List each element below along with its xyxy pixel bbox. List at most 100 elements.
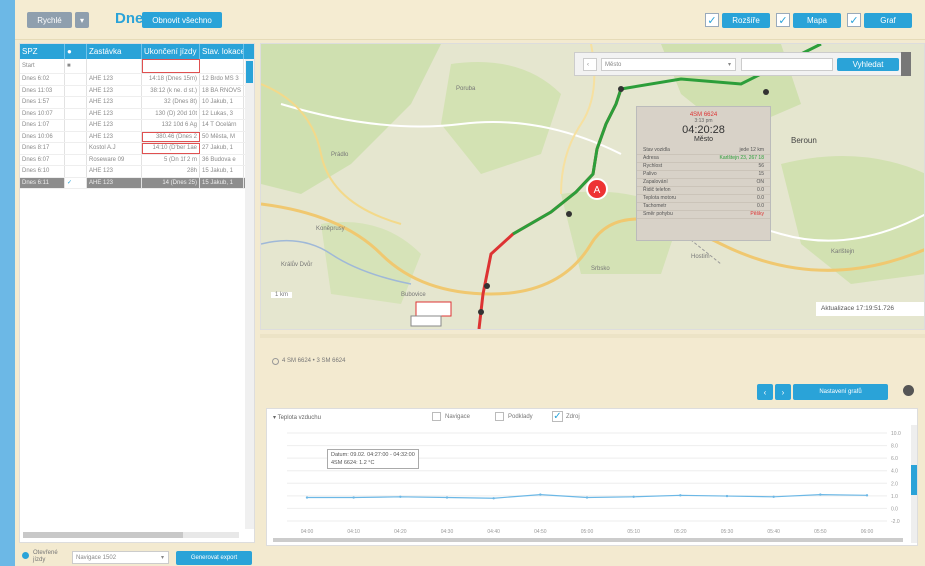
- export-button[interactable]: Generovat export: [176, 551, 252, 565]
- table-row[interactable]: Dnes 11:03 AHE 123 38:12 (k ne. d st.) 18 B…: [20, 85, 254, 97]
- refresh-all-button[interactable]: Obnovit všechno: [142, 12, 222, 28]
- filter-plate-input[interactable]: Start: [20, 59, 65, 73]
- scrollbar-thumb[interactable]: [23, 532, 183, 538]
- scrollbar-thumb[interactable]: [273, 538, 903, 542]
- filter-end-input[interactable]: [142, 59, 200, 73]
- toggle-podklady-checkbox[interactable]: [495, 412, 504, 421]
- popup-row-key: Teplota motoru: [643, 195, 677, 201]
- navigation-select[interactable]: Navigace 1502 ▾: [72, 551, 169, 564]
- chart-prev-button[interactable]: ‹: [757, 384, 773, 400]
- map-label: Beroun: [791, 136, 817, 145]
- temperature-chart[interactable]: 10.0 8.0 6.0 4.0 2.0 1.0 0.0 -2.0 04:00 04:10 04:2…: [267, 425, 919, 547]
- settings-icon[interactable]: [903, 385, 914, 396]
- search-input-placeholder: Město: [605, 61, 622, 68]
- column-header-stop[interactable]: Zastávka: [87, 44, 142, 59]
- y-tick-label: 2.0: [891, 481, 898, 487]
- popup-row-key: Zapalování: [643, 179, 668, 185]
- series-select[interactable]: ▾ Teplota vzduchu: [273, 414, 321, 421]
- mode-combo[interactable]: Rychlé: [27, 12, 72, 28]
- popup-row-value: 56: [758, 163, 764, 169]
- table-row[interactable]: Dnes 6:02 AHE 123 14:18 (Dnes 15m) 12 Brdo …: [20, 74, 254, 86]
- table-header: SPZ ● Zastávka Ukončení jízdy Stav. loka…: [20, 44, 254, 59]
- popup-row: Adresa Karlštejn 23, 267 18: [637, 155, 770, 163]
- y-tick-label: 0.0: [891, 506, 898, 512]
- map-button[interactable]: Mapa: [793, 13, 841, 28]
- table-row[interactable]: Dnes 6:07 Roseware 09 5 (Dn 1f 2 m 36 Budov…: [20, 154, 254, 166]
- search-back-button[interactable]: ‹: [583, 58, 597, 71]
- x-tick-label: 04:40: [487, 529, 500, 535]
- top-toolbar: Rychlé ▾ Dnes Obnovit všechno ✓ Rozšíře …: [15, 0, 925, 40]
- toggle-extensions-checkbox[interactable]: ✓: [705, 13, 719, 27]
- toggle-source-checkbox[interactable]: ✓: [552, 411, 563, 422]
- chart-next-button[interactable]: ›: [775, 384, 791, 400]
- chart-horizontal-scrollbar[interactable]: [273, 538, 903, 542]
- map-panel-toggle[interactable]: [901, 52, 911, 76]
- chart-button[interactable]: Graf: [864, 13, 912, 28]
- open-rides-radio[interactable]: [22, 552, 29, 559]
- square-icon: ■: [67, 63, 71, 69]
- popup-row: Stav vozidla jede 12 km: [637, 147, 770, 155]
- table-row[interactable]: Dnes 6:10 AHE 123 28h 15 Jakub, 1: [20, 166, 254, 178]
- mode-dropdown-button[interactable]: ▾: [75, 12, 89, 28]
- x-tick-label: 04:30: [441, 529, 454, 535]
- table-vertical-scrollbar[interactable]: [245, 59, 254, 529]
- map-view[interactable]: A Poruba Prádlo Koněprusy Králův Dvůr Bu…: [260, 43, 925, 330]
- chevron-down-icon: ▾: [273, 415, 277, 421]
- map-canvas[interactable]: A: [261, 44, 925, 330]
- column-header-location[interactable]: Stav. lokace: [200, 44, 244, 59]
- column-header-status[interactable]: ●: [65, 44, 87, 59]
- data-point: [585, 496, 589, 499]
- panel-splitter[interactable]: [260, 334, 925, 338]
- popup-row-key: Směr pohybu: [643, 211, 673, 217]
- map-label: Bubovice: [401, 292, 426, 298]
- x-tick-label: 04:50: [534, 529, 547, 535]
- map-label: Srbsko: [591, 266, 610, 272]
- column-header-plate[interactable]: SPZ: [20, 44, 65, 59]
- data-point: [679, 494, 682, 497]
- popup-row-value: 15: [758, 171, 764, 177]
- chevron-down-icon: ▾: [160, 555, 164, 561]
- left-accent-strip: [0, 0, 15, 566]
- check-icon: ✓: [707, 14, 717, 27]
- data-point: [492, 497, 495, 500]
- x-tick-label: 05:50: [814, 529, 827, 535]
- y-tick-label: -2.0: [891, 519, 900, 525]
- data-point: [305, 496, 309, 499]
- legend-radio[interactable]: [272, 358, 279, 365]
- table-row[interactable]: Dnes 10:07 AHE 123 130 (D) 20d 10t 12 Lukas…: [20, 108, 254, 120]
- table-row[interactable]: Dnes 1:57 AHE 123 32 (Dnes 8t) 10 Jakub, 1: [20, 97, 254, 109]
- table-row-selected[interactable]: Dnes 6:11 ✓ AHE 123 14 (Dnes 25) 15 Jakub, 1: [20, 177, 254, 189]
- scrollbar-thumb[interactable]: [911, 465, 917, 495]
- search-query-input[interactable]: [741, 58, 833, 71]
- toggle-map-checkbox[interactable]: ✓: [776, 13, 790, 27]
- map-label: Koněprusy: [316, 226, 345, 232]
- chart-settings-button[interactable]: Nastavení grafů: [793, 384, 888, 400]
- popup-row-key: Řidič telefon: [643, 187, 671, 193]
- toggle-navigation-checkbox[interactable]: [432, 412, 441, 421]
- table-row[interactable]: Dnes 1:07 AHE 123 132 10d 6 Ag 14 T Ocelárn: [20, 120, 254, 132]
- x-tick-label: 04:10: [347, 529, 360, 535]
- popup-row-key: Tachometr: [643, 203, 667, 209]
- filter-status-input[interactable]: ■: [65, 59, 87, 73]
- x-tick-label: 06:00: [861, 529, 874, 535]
- popup-row-key: Palivo: [643, 171, 657, 177]
- column-header-end[interactable]: Ukončení jízdy: [142, 44, 200, 59]
- filter-location-input[interactable]: [200, 59, 244, 73]
- search-input[interactable]: Město ▾: [601, 58, 736, 71]
- scrollbar-thumb[interactable]: [246, 61, 253, 83]
- tooltip-line-1: Datum: 09.02. 04:27:00 - 04:32:00: [331, 452, 415, 458]
- data-point: [539, 493, 542, 496]
- table-horizontal-scrollbar[interactable]: [23, 532, 239, 538]
- toggle-chart-checkbox[interactable]: ✓: [847, 13, 861, 27]
- extensions-button[interactable]: Rozšíře: [722, 13, 770, 28]
- chart-scrollbar[interactable]: [911, 425, 917, 543]
- chevron-down-icon: ▾: [79, 15, 84, 25]
- vehicle-popup: 4SM 6624 3:13 pm 04:20:28 Město Stav voz…: [636, 106, 771, 241]
- search-button[interactable]: Vyhledat: [837, 58, 899, 71]
- table-row[interactable]: Dnes 10:06 AHE 123 380.46 (Dnes 2 50 Města,…: [20, 131, 254, 143]
- data-point: [819, 493, 822, 496]
- mode-combo-value: Rychlé: [37, 15, 62, 25]
- table-row[interactable]: Dnes 8:17 Kostol A.J 14:10 (D'ber 1ae 27 Ja…: [20, 143, 254, 155]
- popup-row-value: ON: [756, 179, 765, 185]
- filter-stop-input[interactable]: [87, 59, 142, 73]
